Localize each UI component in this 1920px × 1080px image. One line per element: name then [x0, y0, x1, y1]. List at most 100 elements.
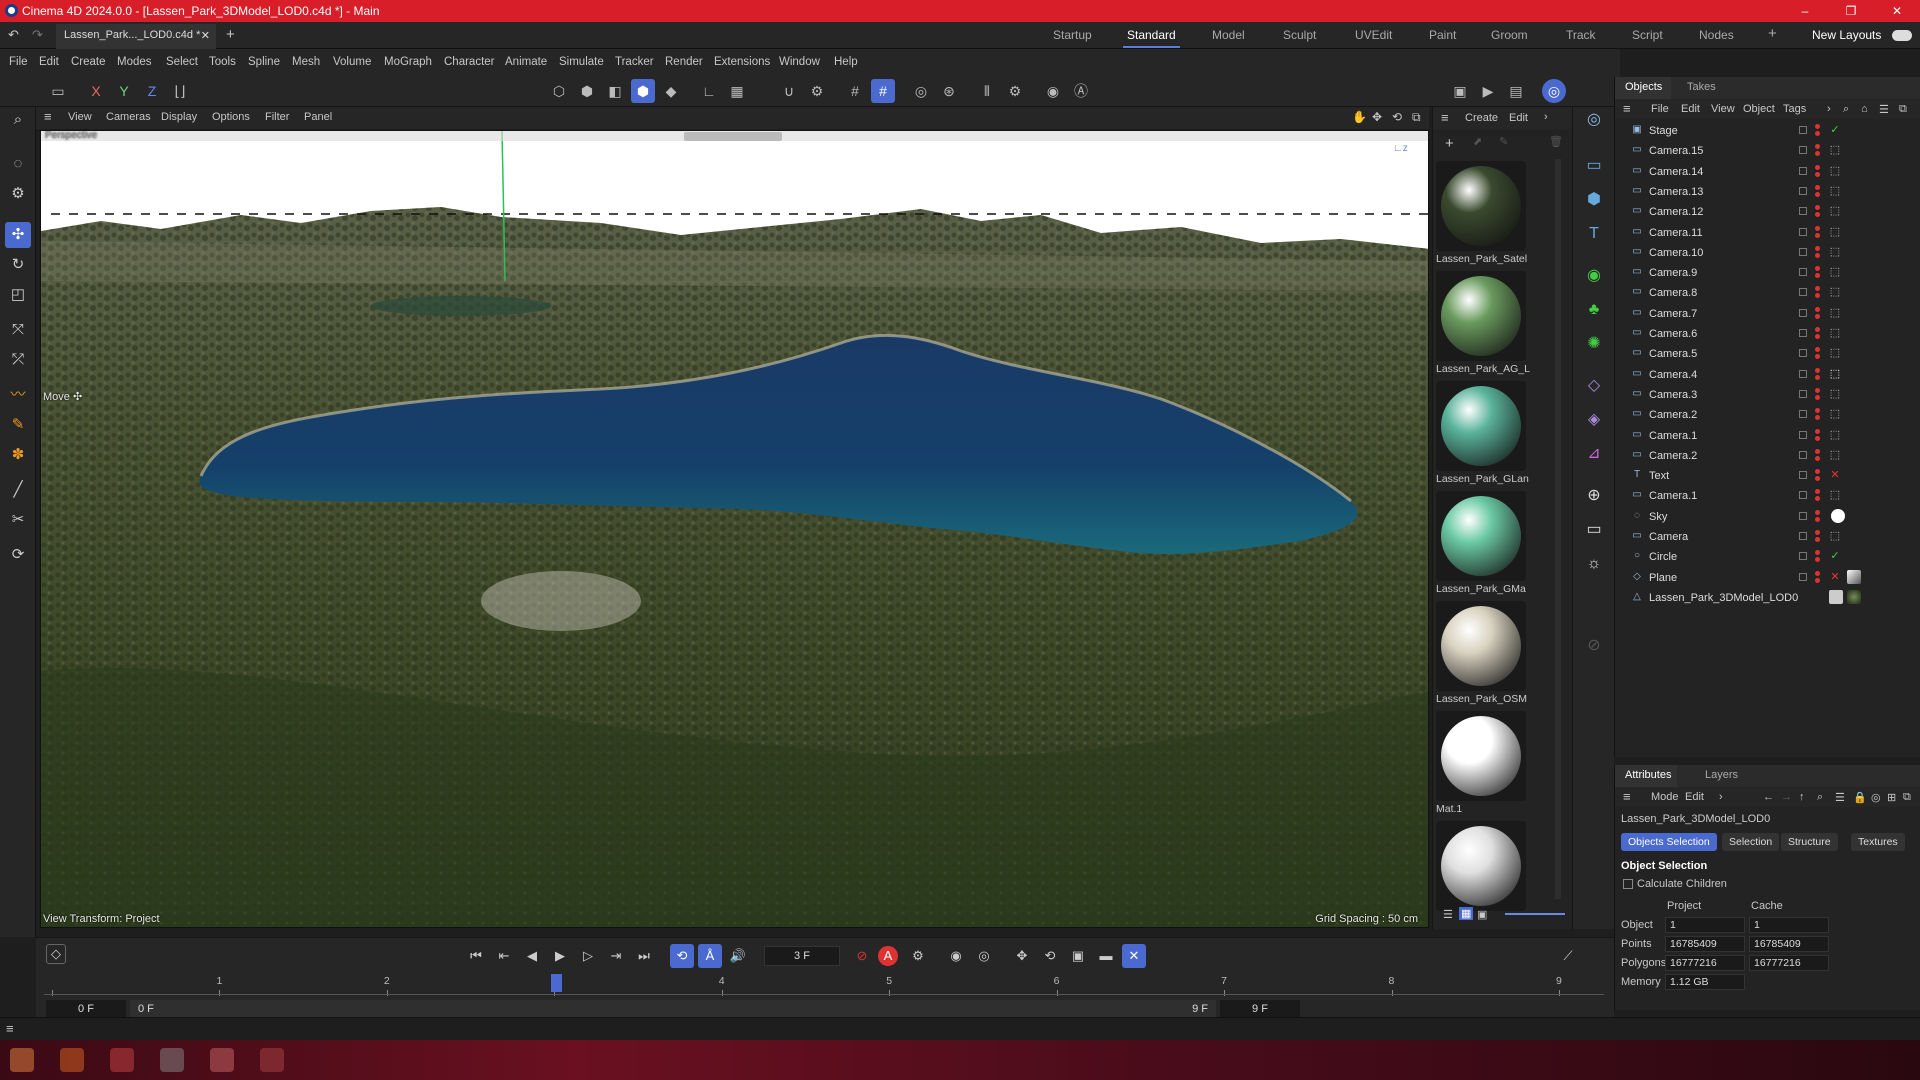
object-tag[interactable]: ⬚: [1829, 368, 1841, 380]
snap-grid-icon[interactable]: #: [871, 79, 895, 103]
object-row[interactable]: ▭ Camera.11 ⬚: [1615, 223, 1920, 243]
tab-takes[interactable]: Takes: [1687, 81, 1716, 93]
object-menu-object[interactable]: Object: [1743, 103, 1775, 115]
spline-smooth-icon[interactable]: ✽: [5, 442, 31, 468]
attribute-menu-mode[interactable]: Mode: [1651, 791, 1679, 803]
material-item[interactable]: Mat.1: [1436, 711, 1529, 815]
large-view-icon[interactable]: ▣: [1477, 908, 1487, 921]
menu-create[interactable]: Create: [71, 56, 106, 68]
search-icon[interactable]: ⌕: [5, 107, 31, 133]
menu-mograph[interactable]: MoGraph: [384, 56, 432, 68]
object-tag[interactable]: ⬚: [1829, 408, 1841, 420]
object-row[interactable]: ▭ Camera.14 ⬚: [1615, 162, 1920, 182]
object-tag[interactable]: ✓: [1829, 124, 1841, 136]
layer-checkbox[interactable]: [1799, 430, 1807, 439]
document-tab[interactable]: Lassen_Park..._LOD0.c4d * ✕: [56, 24, 216, 49]
auto-key-icon[interactable]: Ⓐ: [1069, 79, 1093, 103]
knife-tool-icon[interactable]: ✂: [5, 507, 31, 533]
layer-checkbox[interactable]: [1799, 146, 1807, 155]
material-item[interactable]: Lassen_Park_GMa: [1436, 491, 1529, 595]
layer-checkbox[interactable]: [1799, 329, 1807, 337]
object-row[interactable]: △ Lassen_Park_3DModel_LOD0: [1615, 588, 1920, 608]
visibility-dots-icon[interactable]: [1815, 306, 1820, 320]
layer-checkbox[interactable]: [1799, 450, 1807, 459]
object-tag[interactable]: ⬚: [1829, 388, 1841, 400]
visibility-dots-icon[interactable]: [1815, 327, 1820, 340]
visibility-dots-icon[interactable]: [1815, 469, 1820, 482]
object-row[interactable]: ○ Circle ✓: [1615, 547, 1920, 567]
visibility-dots-icon[interactable]: [1815, 245, 1820, 259]
cloner-icon[interactable]: ♣: [1581, 297, 1607, 323]
axis-mode-icon[interactable]: ∟: [697, 79, 721, 103]
layer-checkbox[interactable]: [1799, 186, 1807, 195]
symmetry-icon[interactable]: ⫴: [975, 79, 999, 103]
field-icon[interactable]: ◈: [1581, 407, 1607, 433]
object-tag[interactable]: ⬚: [1829, 185, 1841, 197]
attribute-menu-edit[interactable]: Edit: [1685, 791, 1704, 803]
object-tag[interactable]: ✓: [1829, 550, 1841, 562]
menu-help[interactable]: Help: [834, 56, 858, 68]
object-tag[interactable]: ⬚: [1829, 489, 1841, 501]
tab-objects[interactable]: Objects: [1625, 81, 1662, 93]
tab-layers[interactable]: Layers: [1705, 769, 1738, 781]
pivot-tool-icon[interactable]: ⤱: [5, 347, 31, 373]
object-row[interactable]: ▭ Camera.15 ⬚: [1615, 141, 1920, 161]
object-menu-view[interactable]: View: [1711, 103, 1735, 115]
object-tag[interactable]: ⬚: [1829, 144, 1841, 156]
object-row[interactable]: ▭ Camera.10 ⬚: [1615, 243, 1920, 263]
object-row[interactable]: ▭ Camera.7 ⬚: [1615, 304, 1920, 324]
visibility-dots-icon[interactable]: [1815, 225, 1820, 239]
status-menu-icon[interactable]: ≡: [6, 1021, 14, 1036]
maximize-view-icon[interactable]: ⧉: [1412, 110, 1421, 125]
object-row[interactable]: T Text ✕: [1615, 466, 1920, 486]
object-row[interactable]: ▭ Camera.1 ⬚: [1615, 486, 1920, 506]
3d-viewport[interactable]: Perspective ∟z Move ✣ View Transform: Pr…: [40, 130, 1429, 928]
uv-mode-icon[interactable]: ◆: [659, 79, 683, 103]
layer-checkbox[interactable]: [1799, 552, 1807, 561]
new-layouts-toggle[interactable]: [1892, 30, 1912, 41]
close-button[interactable]: ✕: [1874, 0, 1920, 22]
z-axis-lock[interactable]: Z: [140, 79, 164, 103]
visibility-dots-icon[interactable]: [1815, 286, 1820, 299]
layout-startup[interactable]: Startup: [1053, 28, 1092, 42]
layout-uvedit[interactable]: UVEdit: [1355, 28, 1392, 42]
generator-icon[interactable]: ◉: [1581, 263, 1607, 289]
render-view-icon[interactable]: ▣: [1448, 79, 1472, 103]
tab-attributes[interactable]: Attributes: [1625, 769, 1671, 781]
material-tag[interactable]: [1847, 589, 1861, 604]
object-home-icon[interactable]: ⌂: [1861, 103, 1868, 115]
rotate-tool-icon[interactable]: ↻: [5, 252, 31, 278]
object-tag[interactable]: ⬚: [1829, 307, 1841, 319]
structure-button[interactable]: Structure: [1781, 833, 1838, 851]
menu-tracker[interactable]: Tracker: [615, 56, 654, 68]
new-layouts-label[interactable]: New Layouts: [1812, 28, 1881, 42]
viewport-solo-icon[interactable]: ◉: [1041, 79, 1065, 103]
pan-view-icon[interactable]: ✋: [1352, 110, 1367, 124]
attribute-hamburger-icon[interactable]: ≡: [1623, 789, 1631, 804]
menu-edit[interactable]: Edit: [39, 56, 59, 68]
menu-tools[interactable]: Tools: [209, 56, 236, 68]
menu-extensions[interactable]: Extensions: [714, 56, 770, 68]
visibility-dots-icon[interactable]: [1815, 387, 1820, 401]
material-item[interactable]: [1436, 821, 1529, 911]
object-row[interactable]: ◌ Sky: [1615, 507, 1920, 527]
layer-checkbox[interactable]: [1799, 227, 1807, 236]
select-tool-icon[interactable]: ◌: [5, 151, 31, 177]
object-row[interactable]: ▭ Camera.1 ⬚: [1615, 426, 1920, 446]
add-material-icon[interactable]: +: [1445, 135, 1454, 152]
camera-create-icon[interactable]: ◎: [1581, 107, 1607, 133]
object-row[interactable]: ▭ Camera.8 ⬚: [1615, 283, 1920, 303]
visibility-dots-icon[interactable]: [1815, 570, 1820, 584]
material-menu-edit[interactable]: Edit: [1509, 112, 1528, 124]
viewport-menu-filter[interactable]: Filter: [265, 111, 289, 123]
scale-tool-icon[interactable]: ◰: [5, 282, 31, 308]
visibility-dots-icon[interactable]: [1815, 530, 1820, 543]
object-row[interactable]: ▣ Stage ✓: [1615, 121, 1920, 141]
object-tag[interactable]: ⬚: [1829, 429, 1841, 441]
object-tag[interactable]: ⬚: [1829, 246, 1841, 258]
material-item[interactable]: Lassen_Park_OSM: [1436, 601, 1529, 705]
attribute-menu-more-icon[interactable]: ›: [1719, 791, 1723, 803]
restore-button[interactable]: ❐: [1828, 0, 1874, 22]
layout-paint[interactable]: Paint: [1429, 28, 1456, 42]
redo-icon[interactable]: ↷: [32, 27, 43, 43]
